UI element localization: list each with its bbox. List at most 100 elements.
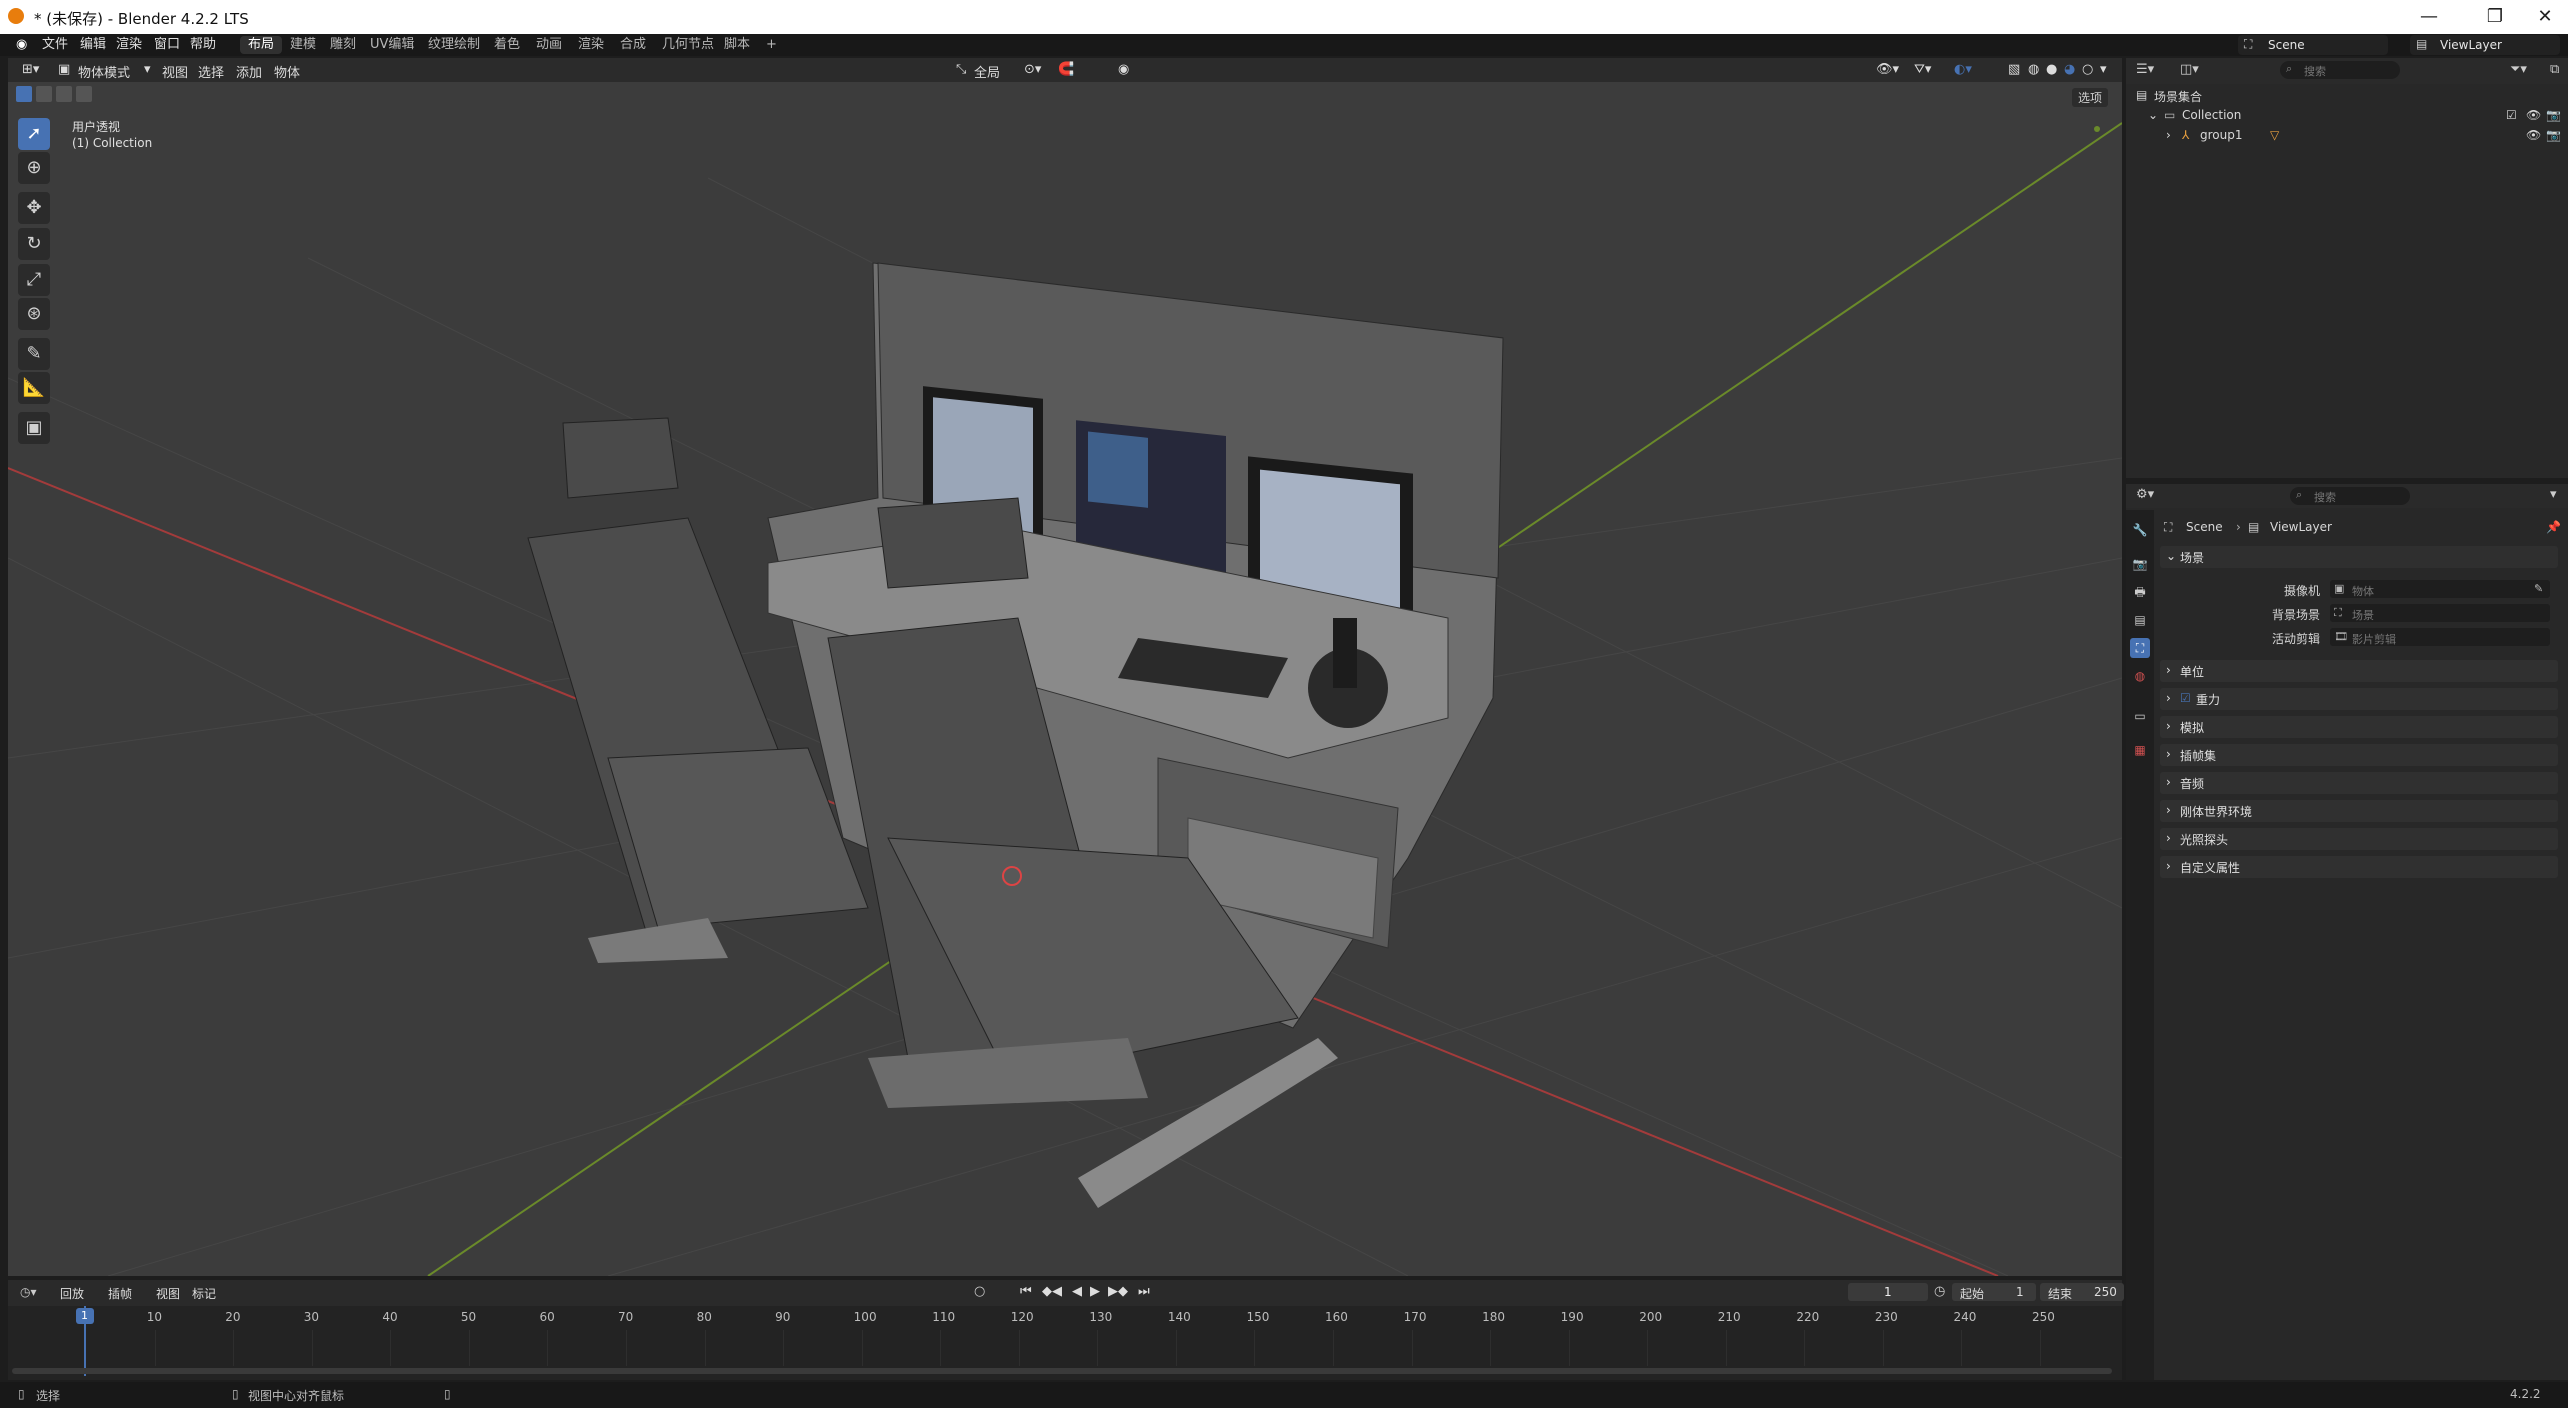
active-clip-field[interactable]: 🎞 影片剪辑 bbox=[2330, 628, 2550, 646]
close-button[interactable]: ✕ bbox=[2522, 2, 2568, 32]
timeline-editor-icon[interactable]: ◷▾ bbox=[20, 1285, 37, 1299]
world-tab-icon[interactable]: ◍ bbox=[2130, 666, 2150, 686]
gravity-checkbox[interactable]: ☑ bbox=[2180, 691, 2191, 705]
menu-window[interactable]: 窗口 bbox=[150, 36, 184, 54]
cursor-tool[interactable]: ⊕ bbox=[18, 152, 50, 184]
select-box-tool[interactable]: ➚ bbox=[18, 118, 50, 150]
filter-icon[interactable]: ⏷▾ bbox=[2510, 62, 2527, 77]
output-tab-icon[interactable]: 🖶 bbox=[2130, 582, 2150, 602]
section-light-probes[interactable]: › 光照探头 bbox=[2160, 828, 2558, 850]
viewlayer-selector[interactable]: ▤ ViewLayer bbox=[2410, 35, 2560, 55]
start-frame-field[interactable]: 起始 1 bbox=[1952, 1283, 2036, 1301]
new-collection-icon[interactable]: ⧉ bbox=[2550, 62, 2559, 77]
collection-tab-icon[interactable]: ▭ bbox=[2130, 706, 2150, 726]
minimize-button[interactable]: — bbox=[2406, 2, 2452, 32]
prev-keyframe-icon[interactable]: ◆◀ bbox=[1042, 1284, 1062, 1299]
tab-layout[interactable]: 布局 bbox=[240, 36, 283, 54]
end-frame-field[interactable]: 结束 250 bbox=[2040, 1283, 2124, 1301]
jump-start-icon[interactable]: ⏮ bbox=[1020, 1284, 1032, 1299]
tab-animation[interactable]: 动画 bbox=[528, 36, 570, 54]
collection-expand-icon[interactable]: ⌄ bbox=[2148, 108, 2158, 122]
collection-checkbox[interactable]: ☑ bbox=[2506, 108, 2517, 122]
select-extend-icon[interactable] bbox=[36, 86, 52, 102]
select-intersect-icon[interactable] bbox=[76, 86, 92, 102]
menu-render[interactable]: 渲染 bbox=[112, 36, 146, 54]
play-reverse-icon[interactable]: ◀ bbox=[1072, 1284, 1082, 1299]
select-new-icon[interactable] bbox=[16, 86, 32, 102]
wireframe-shading-icon[interactable]: ◍ bbox=[2028, 62, 2039, 77]
tab-scripting[interactable]: 脚本 bbox=[716, 36, 758, 54]
maximize-button[interactable]: ❐ bbox=[2472, 2, 2518, 32]
tool-tab-icon[interactable]: 🔧 bbox=[2130, 520, 2150, 540]
menu-add[interactable]: 添加 bbox=[236, 62, 262, 81]
view-layer-tab-icon[interactable]: ▤ bbox=[2130, 610, 2150, 630]
scene-tab-icon[interactable]: ⛶ bbox=[2130, 638, 2150, 658]
mode-selector[interactable]: 物体模式 bbox=[78, 62, 130, 81]
menu-select[interactable]: 选择 bbox=[198, 62, 224, 81]
select-subtract-icon[interactable] bbox=[56, 86, 72, 102]
gizmo-icon[interactable]: ⛛▾ bbox=[1914, 62, 1931, 77]
menu-help[interactable]: 帮助 bbox=[186, 36, 220, 54]
transform-orientation-selector[interactable]: 全局 bbox=[974, 62, 1000, 81]
shading-options-icon[interactable]: ▾ bbox=[2100, 62, 2107, 77]
section-rigid-body-world[interactable]: › 刚体世界环境 bbox=[2160, 800, 2558, 822]
menu-playback[interactable]: 回放 bbox=[60, 1285, 84, 1302]
collection-render-icon[interactable]: 📷 bbox=[2546, 108, 2561, 122]
snap-icon[interactable]: 🧲 bbox=[1058, 62, 1074, 77]
object-expand-icon[interactable]: › bbox=[2166, 128, 2171, 142]
scene-collection-label[interactable]: 场景集合 bbox=[2154, 88, 2202, 105]
section-keying-sets[interactable]: › 插帧集 bbox=[2160, 744, 2558, 766]
menu-object[interactable]: 物体 bbox=[274, 62, 300, 81]
section-scene[interactable]: ⌄ 场景 bbox=[2160, 546, 2558, 568]
bg-scene-field[interactable]: ⛶ 场景 bbox=[2330, 604, 2550, 622]
editor-type-icon[interactable]: ⊞▾ bbox=[22, 62, 39, 77]
menu-view[interactable]: 视图 bbox=[162, 62, 188, 81]
eyedropper-icon[interactable]: ✎ bbox=[2534, 582, 2543, 595]
tab-modeling[interactable]: 建模 bbox=[282, 36, 324, 54]
xray-icon[interactable]: ▧ bbox=[2008, 62, 2020, 77]
menu-file[interactable]: 文件 bbox=[38, 36, 72, 54]
timeline-scrollbar[interactable] bbox=[12, 1368, 2112, 1374]
menu-timeline-view[interactable]: 视图 bbox=[156, 1285, 180, 1302]
menu-marker[interactable]: 标记 bbox=[192, 1285, 216, 1302]
display-mode-icon[interactable]: ◫▾ bbox=[2180, 62, 2199, 77]
next-keyframe-icon[interactable]: ▶◆ bbox=[1108, 1284, 1128, 1299]
move-tool[interactable]: ✥ bbox=[18, 192, 50, 224]
3d-viewport[interactable] bbox=[8, 58, 2122, 1276]
texture-tab-icon[interactable]: ▦ bbox=[2130, 740, 2150, 760]
menu-edit[interactable]: 编辑 bbox=[76, 36, 110, 54]
section-simulation[interactable]: › 模拟 bbox=[2160, 716, 2558, 738]
tab-uv-editing[interactable]: UV编辑 bbox=[362, 36, 422, 54]
proportional-edit-icon[interactable]: ◉ bbox=[1118, 62, 1129, 77]
pivot-icon[interactable]: ⊙▾ bbox=[1024, 62, 1041, 77]
rotate-tool[interactable]: ↻ bbox=[18, 228, 50, 260]
properties-search-input[interactable]: ⌕ 搜索 bbox=[2290, 487, 2410, 505]
jump-end-icon[interactable]: ⏭ bbox=[1138, 1284, 1150, 1299]
blender-menu-icon[interactable]: ◉ bbox=[12, 36, 31, 54]
object-label[interactable]: group1 bbox=[2200, 128, 2243, 142]
collection-label[interactable]: Collection bbox=[2182, 108, 2241, 122]
measure-tool[interactable]: 📐 bbox=[18, 372, 50, 404]
tab-compositing[interactable]: 合成 bbox=[612, 36, 654, 54]
overlays-icon[interactable]: ◐▾ bbox=[1954, 62, 1972, 77]
properties-options-icon[interactable]: ▾ bbox=[2550, 487, 2557, 502]
solid-shading-icon[interactable]: ● bbox=[2046, 62, 2057, 77]
auto-keying-icon[interactable]: ○ bbox=[974, 1284, 985, 1299]
tab-sculpting[interactable]: 雕刻 bbox=[322, 36, 364, 54]
playhead-frame-badge[interactable]: 1 bbox=[76, 1308, 94, 1324]
scale-tool[interactable]: ⤢ bbox=[18, 264, 50, 296]
transform-tool[interactable]: ⊛ bbox=[18, 298, 50, 330]
material-shading-icon[interactable]: ◕ bbox=[2064, 62, 2075, 77]
scene-selector[interactable]: ⛶ Scene bbox=[2238, 35, 2388, 55]
camera-field[interactable]: ▣ 物体 ✎ bbox=[2330, 580, 2550, 598]
outliner-editor-icon[interactable]: ☰▾ bbox=[2136, 62, 2154, 77]
pin-icon[interactable]: 📌 bbox=[2546, 520, 2561, 534]
section-gravity[interactable]: › ☑ 重力 bbox=[2160, 688, 2558, 710]
render-tab-icon[interactable]: 📷 bbox=[2130, 554, 2150, 574]
navigation-gizmo[interactable] bbox=[2080, 112, 2114, 146]
add-cube-tool[interactable]: ▣ bbox=[18, 412, 50, 444]
outliner-search-input[interactable]: ⌕ 搜索 bbox=[2280, 61, 2400, 79]
tab-geometry-nodes[interactable]: 几何节点 bbox=[654, 36, 722, 54]
menu-keying[interactable]: 插帧 bbox=[108, 1285, 132, 1302]
viewport-options-button[interactable]: 选项 bbox=[2072, 88, 2109, 107]
